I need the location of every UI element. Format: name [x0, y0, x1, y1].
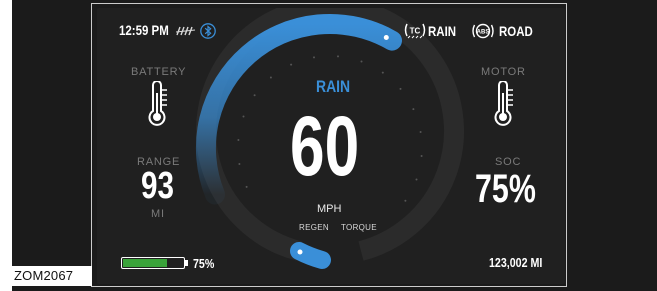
- battery-level-bar: [121, 257, 185, 269]
- motor-temperature-icon: [494, 81, 513, 126]
- abs-icon[interactable]: ABS: [471, 22, 495, 40]
- traction-icon-text: TC: [410, 27, 421, 36]
- range-unit: MI: [151, 208, 165, 220]
- regen-needle-dot: [297, 249, 303, 255]
- gauge-tick: [404, 199, 407, 202]
- torque-label: TORQUE: [341, 223, 377, 232]
- tire-pressure-icon: [176, 26, 196, 36]
- gauge-tick: [313, 56, 315, 59]
- gauge-needle-dot: [383, 35, 389, 40]
- battery-label: BATTERY: [131, 66, 187, 78]
- gauge-tick: [290, 63, 293, 66]
- ride-mode: RAIN: [316, 77, 351, 96]
- gauge-tick: [242, 115, 245, 118]
- battery-level-fill: [123, 259, 167, 267]
- gauge-tick: [253, 94, 256, 97]
- gauge-tick: [381, 71, 384, 74]
- speed-value: 60: [290, 99, 360, 193]
- range-value: 93: [141, 165, 174, 207]
- gauge-tick: [237, 139, 240, 141]
- gauge-tick: [420, 155, 423, 157]
- regen-label: REGEN: [299, 223, 329, 232]
- battery-percent: 75%: [193, 256, 215, 271]
- clock-time: 12:59 PM: [119, 22, 169, 38]
- gauge-tick: [238, 163, 241, 165]
- battery-temperature-icon: [148, 81, 167, 126]
- gauge-tick: [269, 76, 272, 79]
- abs-mode[interactable]: ROAD: [499, 23, 533, 39]
- speed-unit: MPH: [317, 203, 342, 215]
- battery-terminal: [185, 260, 188, 266]
- traction-mode[interactable]: RAIN: [428, 23, 456, 39]
- gauge-tick: [412, 108, 415, 111]
- soc-value: 75%: [475, 167, 536, 211]
- abs-icon-text: ABS: [477, 29, 490, 35]
- gauge-tick: [337, 55, 339, 58]
- gauge-tick: [360, 60, 363, 63]
- gauge-tick: [245, 185, 248, 188]
- figure-caption: ZOM2067: [12, 266, 92, 286]
- bluetooth-icon[interactable]: [200, 23, 216, 39]
- traction-control-icon[interactable]: TC: [404, 22, 426, 39]
- odometer: 123,002 MI: [489, 255, 543, 270]
- gauge-tick: [399, 87, 402, 90]
- gauge-tick: [419, 131, 422, 133]
- gauge-tick: [415, 178, 418, 181]
- motor-label: MOTOR: [481, 66, 526, 78]
- dashboard-screen: 12:59 PM TC RAIN ABS ROAD BATTERY RANGE …: [97, 8, 565, 284]
